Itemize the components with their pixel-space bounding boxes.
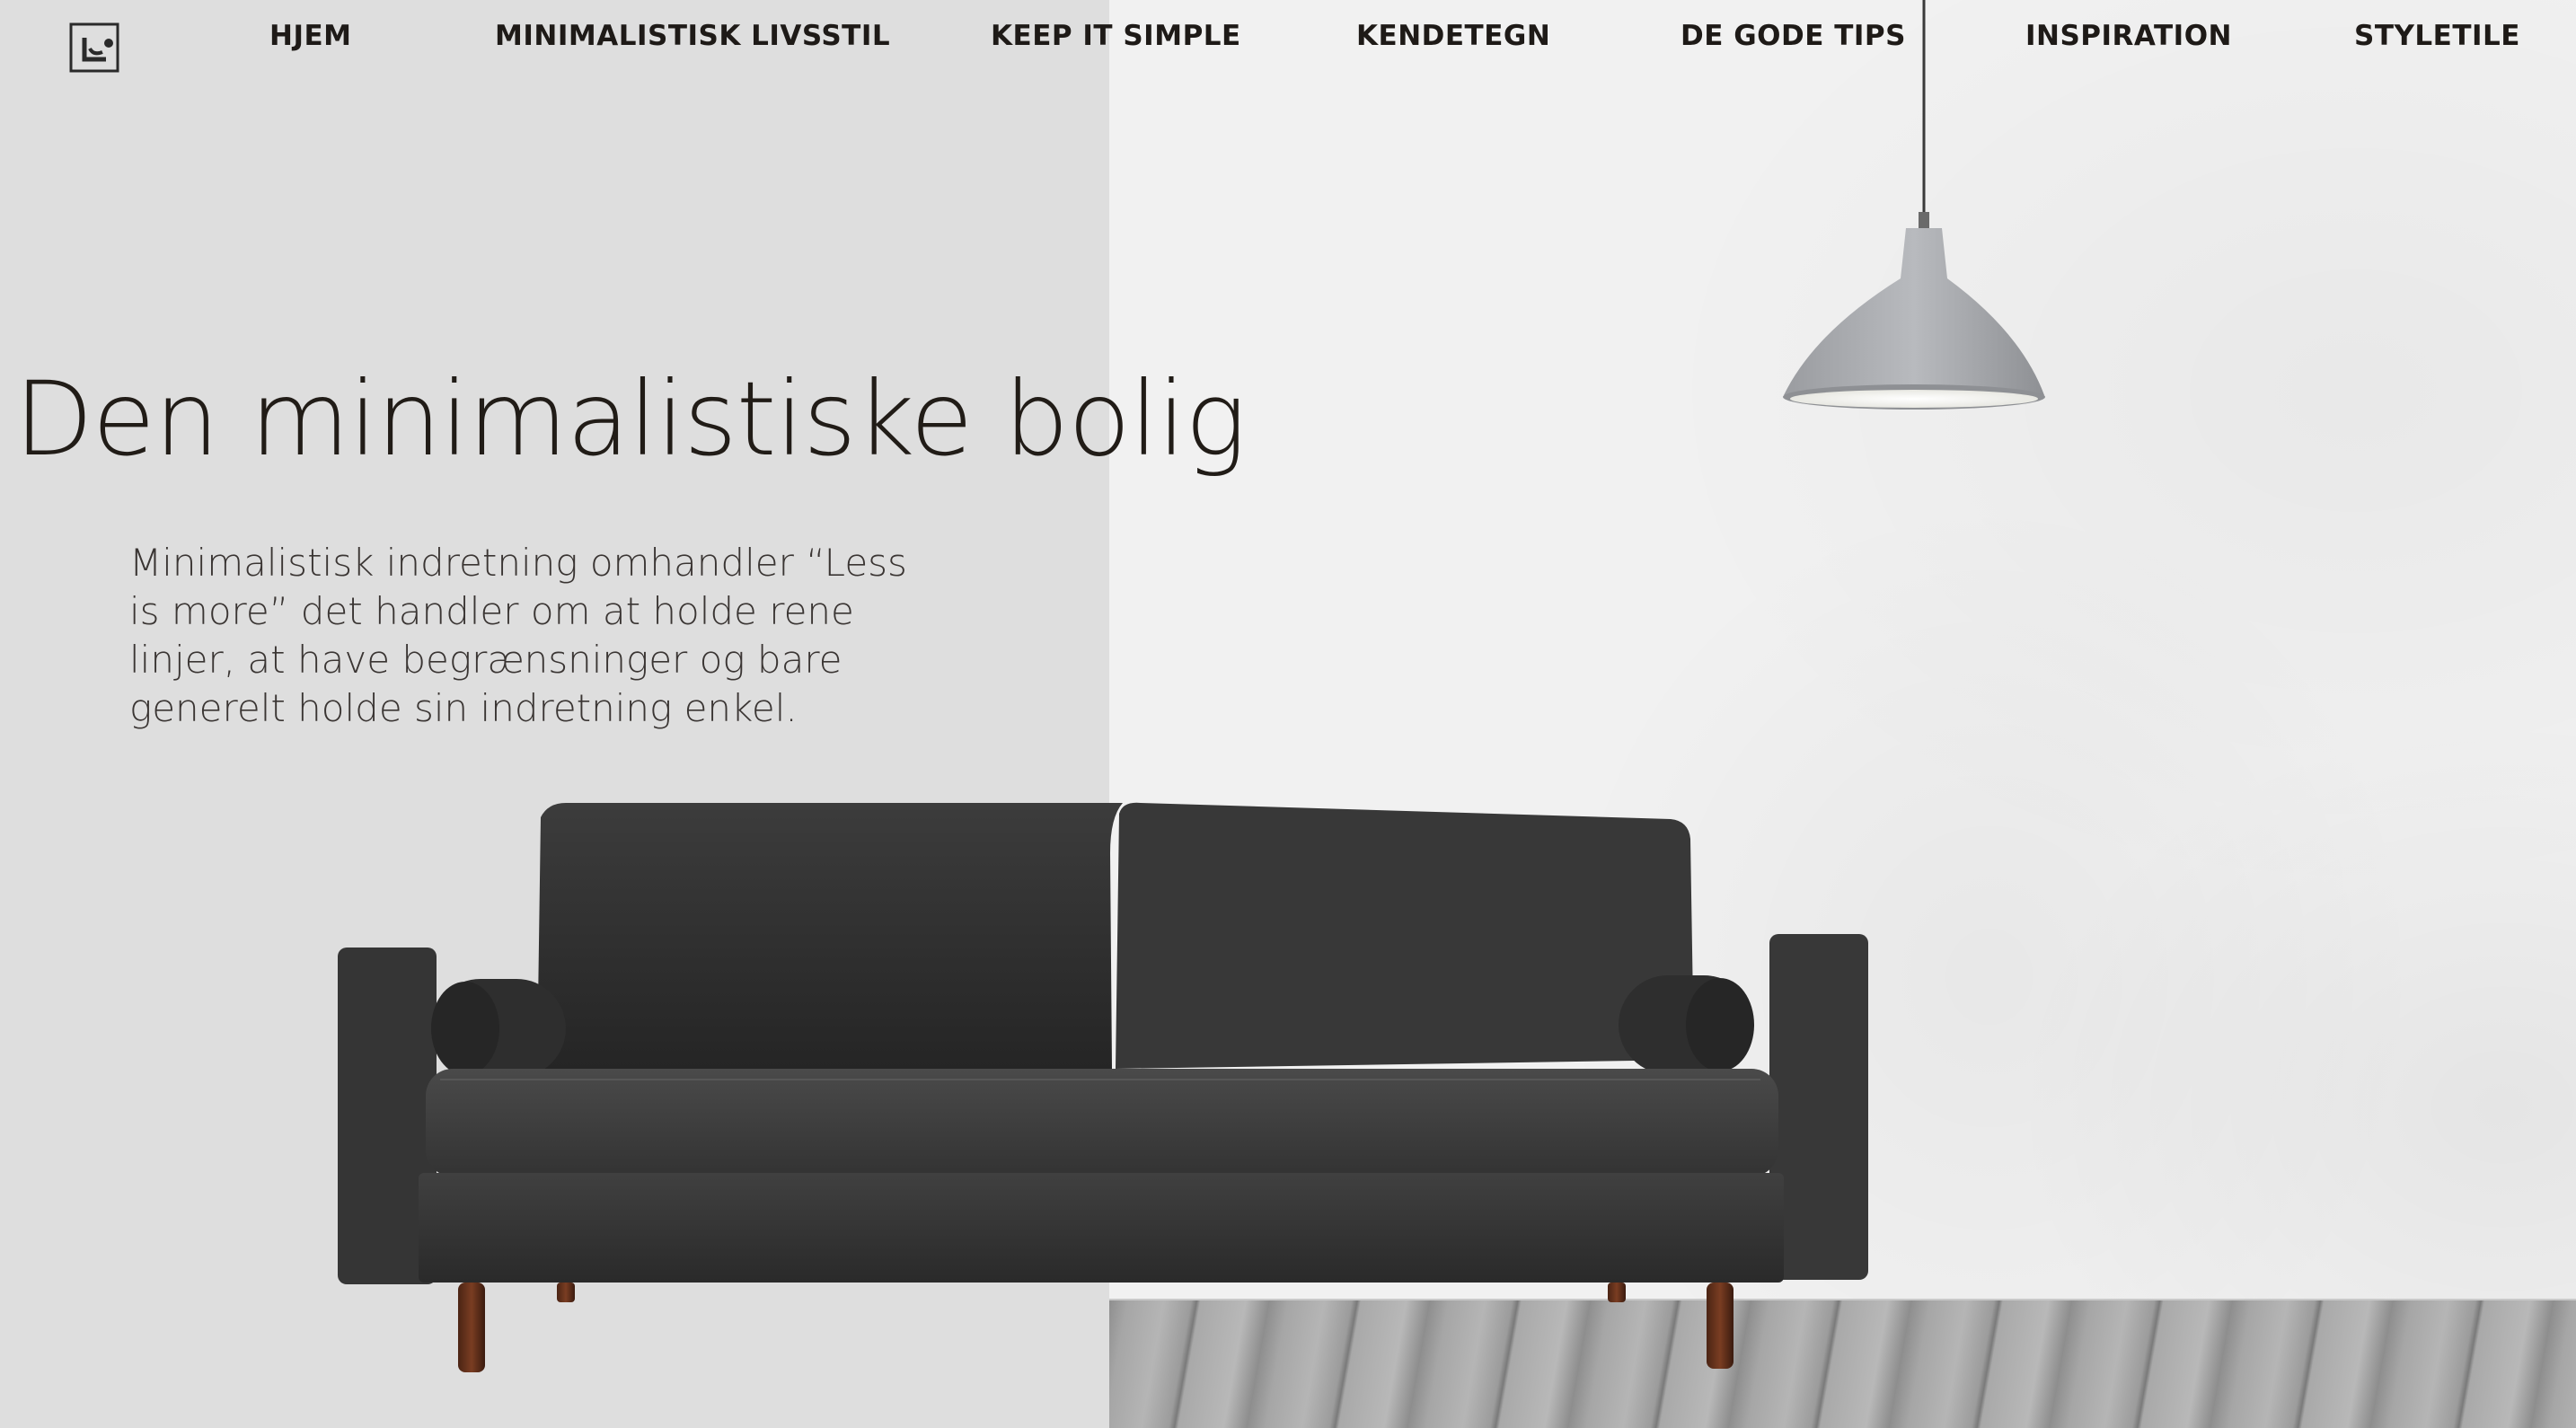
nav-item-kendetegn[interactable]: KENDETEGN [1356,20,1550,52]
nav-item-styletile[interactable]: STYLETILE [2354,20,2520,52]
main-nav: HJEM MINIMALISTISK LIVSSTIL KEEP IT SIMP… [0,20,2576,59]
intro-paragraph: Minimalistisk indretning omhandler “Less… [129,541,907,730]
page-title: Den minimalistiske bolig [14,359,1247,479]
nav-item-minimalistisk-livsstil[interactable]: MINIMALISTISK LIVSSTIL [495,20,890,52]
pendant-lamp-image [1778,0,2066,431]
nav-item-hjem[interactable]: HJEM [269,20,352,52]
nav-item-keep-it-simple[interactable]: KEEP IT SIMPLE [991,20,1241,52]
sofa-image [332,799,1877,1392]
page: HJEM MINIMALISTISK LIVSSTIL KEEP IT SIMP… [0,0,2576,1428]
